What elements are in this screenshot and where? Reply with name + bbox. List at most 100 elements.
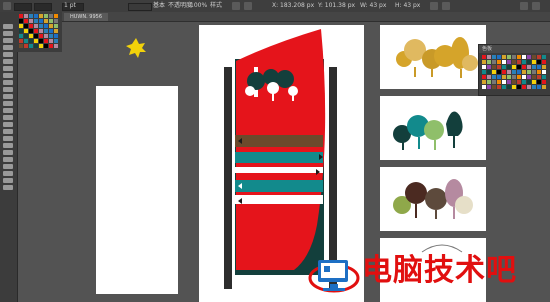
color-swatch[interactable] bbox=[39, 34, 43, 38]
color-swatch[interactable] bbox=[517, 70, 521, 74]
color-swatch[interactable] bbox=[532, 85, 536, 89]
color-swatch[interactable] bbox=[34, 24, 38, 28]
color-swatch[interactable] bbox=[49, 24, 53, 28]
color-swatch[interactable] bbox=[487, 80, 491, 84]
color-swatch[interactable] bbox=[487, 85, 491, 89]
color-swatch[interactable] bbox=[29, 14, 33, 18]
color-swatch[interactable] bbox=[487, 55, 491, 59]
color-swatch[interactable] bbox=[19, 24, 23, 28]
color-swatch[interactable] bbox=[482, 55, 486, 59]
color-swatch[interactable] bbox=[29, 39, 33, 43]
color-swatch[interactable] bbox=[497, 75, 501, 79]
color-swatch[interactable] bbox=[44, 24, 48, 28]
tool-icon[interactable] bbox=[3, 171, 13, 177]
color-swatch[interactable] bbox=[19, 34, 23, 38]
color-swatch[interactable] bbox=[44, 29, 48, 33]
color-swatch[interactable] bbox=[29, 19, 33, 23]
color-swatch[interactable] bbox=[39, 14, 43, 18]
color-swatch[interactable] bbox=[502, 70, 506, 74]
color-swatch[interactable] bbox=[19, 19, 23, 23]
constrain-link-icon[interactable] bbox=[430, 2, 438, 10]
color-swatch[interactable] bbox=[482, 75, 486, 79]
fill-color-swatch[interactable] bbox=[14, 3, 32, 11]
color-swatch[interactable] bbox=[532, 70, 536, 74]
color-swatch[interactable] bbox=[502, 55, 506, 59]
color-swatch[interactable] bbox=[492, 80, 496, 84]
color-swatch[interactable] bbox=[39, 19, 43, 23]
color-swatch[interactable] bbox=[537, 55, 541, 59]
tool-icon[interactable] bbox=[3, 185, 13, 191]
color-swatch[interactable] bbox=[24, 19, 28, 23]
color-swatch[interactable] bbox=[532, 65, 536, 69]
color-swatch[interactable] bbox=[44, 34, 48, 38]
color-swatch[interactable] bbox=[507, 70, 511, 74]
color-swatch[interactable] bbox=[482, 80, 486, 84]
workspace-icon[interactable] bbox=[532, 2, 540, 10]
tool-icon[interactable] bbox=[3, 73, 13, 79]
color-swatch[interactable] bbox=[492, 55, 496, 59]
color-swatch[interactable] bbox=[497, 60, 501, 64]
color-swatch[interactable] bbox=[542, 75, 546, 79]
color-swatch[interactable] bbox=[497, 85, 501, 89]
color-swatch[interactable] bbox=[492, 70, 496, 74]
color-swatch[interactable] bbox=[497, 70, 501, 74]
stroke-color-swatch[interactable] bbox=[34, 3, 52, 11]
artboard-blank[interactable] bbox=[96, 86, 178, 294]
variable-width-profile[interactable] bbox=[128, 3, 152, 11]
color-swatch[interactable] bbox=[24, 29, 28, 33]
tool-icon[interactable] bbox=[3, 94, 13, 100]
color-swatch[interactable] bbox=[44, 19, 48, 23]
color-swatch[interactable] bbox=[44, 44, 48, 48]
color-swatch[interactable] bbox=[522, 80, 526, 84]
color-swatch[interactable] bbox=[512, 60, 516, 64]
color-swatch[interactable] bbox=[507, 65, 511, 69]
width-field[interactable]: W: 43 px bbox=[360, 2, 386, 10]
color-swatch[interactable] bbox=[532, 75, 536, 79]
color-swatch[interactable] bbox=[482, 65, 486, 69]
tool-icon[interactable] bbox=[3, 115, 13, 121]
color-swatch[interactable] bbox=[542, 80, 546, 84]
color-swatch[interactable] bbox=[19, 29, 23, 33]
tool-icon[interactable] bbox=[3, 150, 13, 156]
color-swatch[interactable] bbox=[507, 85, 511, 89]
color-swatch[interactable] bbox=[49, 44, 53, 48]
tool-icon[interactable] bbox=[3, 136, 13, 142]
color-swatch[interactable] bbox=[492, 65, 496, 69]
document-tab[interactable]: HUWN. 9956 bbox=[64, 13, 109, 21]
color-swatch[interactable] bbox=[502, 60, 506, 64]
color-swatch[interactable] bbox=[537, 70, 541, 74]
color-swatch[interactable] bbox=[502, 80, 506, 84]
color-swatch[interactable] bbox=[532, 60, 536, 64]
color-swatch[interactable] bbox=[527, 60, 531, 64]
color-swatch[interactable] bbox=[34, 44, 38, 48]
color-swatch[interactable] bbox=[527, 65, 531, 69]
color-swatch[interactable] bbox=[532, 55, 536, 59]
color-swatch[interactable] bbox=[522, 70, 526, 74]
color-swatch[interactable] bbox=[512, 70, 516, 74]
color-swatch[interactable] bbox=[522, 65, 526, 69]
x-position-field[interactable]: X: 183.208 px bbox=[272, 2, 314, 10]
color-swatch[interactable] bbox=[502, 75, 506, 79]
color-swatch[interactable] bbox=[29, 44, 33, 48]
color-swatch[interactable] bbox=[517, 65, 521, 69]
color-swatch[interactable] bbox=[537, 60, 541, 64]
color-swatch[interactable] bbox=[522, 85, 526, 89]
color-swatch[interactable] bbox=[502, 65, 506, 69]
tool-icon[interactable] bbox=[3, 66, 13, 72]
color-swatch[interactable] bbox=[527, 85, 531, 89]
color-swatch[interactable] bbox=[532, 80, 536, 84]
color-swatch[interactable] bbox=[507, 75, 511, 79]
color-swatch[interactable] bbox=[497, 65, 501, 69]
color-swatch[interactable] bbox=[487, 70, 491, 74]
color-swatch[interactable] bbox=[482, 60, 486, 64]
color-swatch[interactable] bbox=[492, 85, 496, 89]
color-swatch[interactable] bbox=[24, 34, 28, 38]
color-swatch[interactable] bbox=[492, 60, 496, 64]
color-swatch[interactable] bbox=[522, 75, 526, 79]
color-swatch[interactable] bbox=[482, 70, 486, 74]
tool-icon[interactable] bbox=[3, 31, 13, 37]
color-swatch[interactable] bbox=[34, 19, 38, 23]
color-swatch[interactable] bbox=[487, 65, 491, 69]
color-swatch[interactable] bbox=[19, 44, 23, 48]
color-swatch[interactable] bbox=[542, 85, 546, 89]
